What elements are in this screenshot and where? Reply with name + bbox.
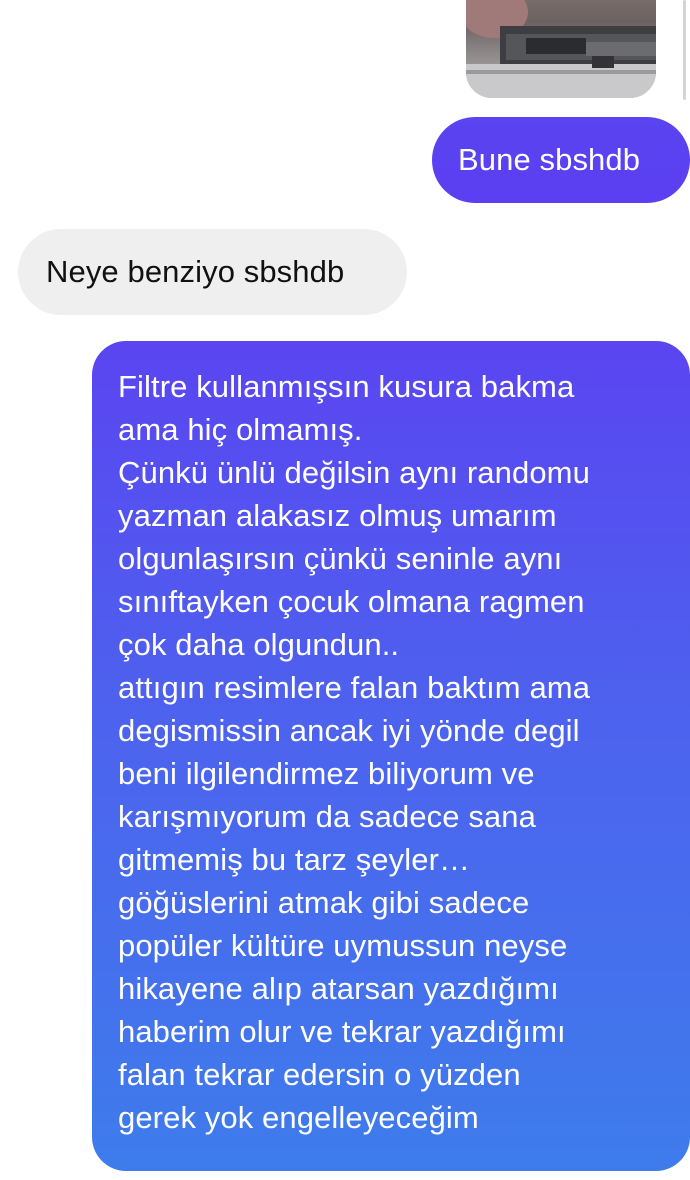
sent-long-message-bubble[interactable]: Filtre kullanmışsın kusura bakma ama hiç… [92, 341, 690, 1171]
message-line: göğüslerini atmak gibi sadece [118, 885, 530, 920]
message-line: Çünkü ünlü değilsin aynı randomu [118, 455, 590, 490]
message-line: yazman alakasız olmuş umarım [118, 498, 557, 533]
message-line: beni ilgilendirmez biliyorum ve [118, 756, 535, 791]
message-line: gitmemiş bu tarz şeyler… [118, 842, 471, 877]
shared-photo-attachment[interactable] [466, 0, 656, 98]
message-line: ama hiç olmamış. [118, 412, 363, 447]
message-line: karışmıyorum da sadece sana [118, 799, 536, 834]
message-line: popüler kültüre uymussun neyse [118, 928, 568, 963]
message-line: sınıftayken çocuk olmana ragmen [118, 584, 585, 619]
message-line: gerek yok engelleyeceğim [118, 1100, 479, 1135]
scroll-indicator[interactable] [683, 0, 686, 100]
message-line: çok daha olgundun.. [118, 627, 400, 662]
message-line: hikayene alıp atarsan yazdığımı [118, 971, 559, 1006]
message-line: degismissin ancak iyi yönde degil [118, 713, 580, 748]
received-message-bubble[interactable]: Neye benziyo sbshdb [18, 229, 407, 315]
message-text: Bune sbshdb [458, 142, 641, 177]
message-line: attıgın resimlere falan baktım ama [118, 670, 591, 705]
chat-screen: Bune sbshdb Neye benziyo sbshdb Filtre k… [0, 0, 690, 1180]
message-line: olgunlaşırsın çünkü seninle aynı [118, 541, 563, 576]
message-text: Neye benziyo sbshdb [46, 254, 345, 289]
message-line: Filtre kullanmışsın kusura bakma [118, 369, 575, 404]
message-line: falan tekrar edersin o yüzden [118, 1057, 521, 1092]
photo-thumbnail-icon [466, 0, 656, 98]
message-line: haberim olur ve tekrar yazdığımı [118, 1014, 566, 1049]
sent-message-bubble[interactable]: Bune sbshdb [432, 117, 690, 203]
